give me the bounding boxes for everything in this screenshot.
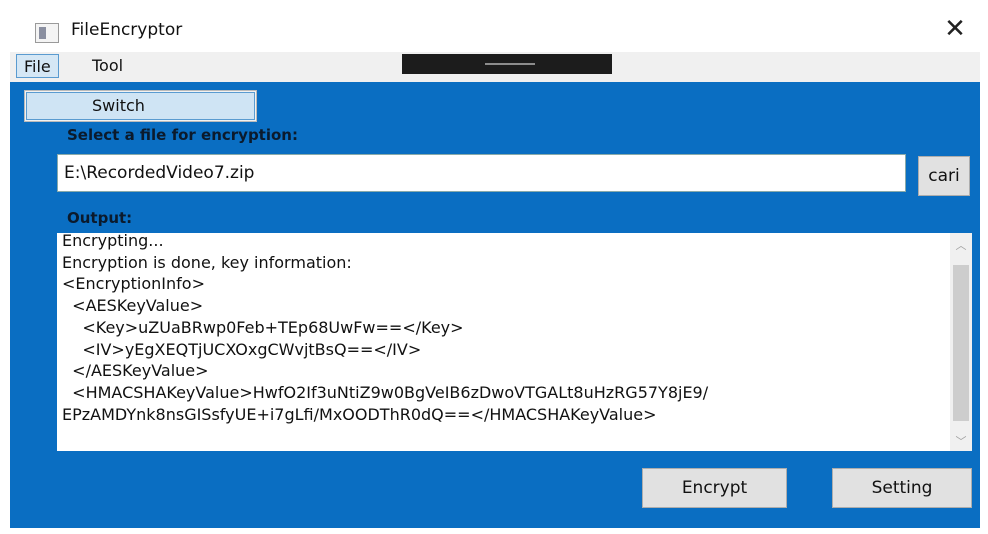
window-title: FileEncryptor xyxy=(71,20,183,40)
output-line: </AESKeyValue> xyxy=(62,361,209,381)
vertical-scrollbar[interactable]: ︿ ﹀ xyxy=(950,233,972,451)
browse-button[interactable]: cari xyxy=(918,156,970,196)
output-label: Output: xyxy=(67,209,133,227)
output-text: Encrypting... Encryption is done, key inf… xyxy=(62,230,942,448)
chevron-up-icon[interactable]: ︿ xyxy=(950,237,972,253)
drag-handle-grip xyxy=(485,63,535,65)
output-line: <Key>uZUaBRwp0Feb+TEp68UwFw==</Key> xyxy=(62,317,464,337)
output-line: <IV>yEgXEQTjUCXOxgCWvjtBsQ==</IV> xyxy=(62,339,422,359)
main-panel: Select a file for encryption: cari Outpu… xyxy=(10,82,980,528)
menu-tool[interactable]: Tool xyxy=(92,54,123,78)
close-icon[interactable]: ✕ xyxy=(938,14,972,44)
output-textarea[interactable]: Encrypting... Encryption is done, key inf… xyxy=(57,230,972,451)
output-line: Encrypting... xyxy=(62,231,164,250)
title-bar: FileEncryptor ✕ xyxy=(10,8,980,52)
output-line: EPzAMDYnk8nsGISsfyUE+i7gLfi/MxOODThR0dQ=… xyxy=(62,404,657,424)
setting-button[interactable]: Setting xyxy=(832,468,972,508)
menu-item-switch[interactable]: Switch xyxy=(26,92,255,120)
app-window: FileEncryptor ✕ File Tool Select a file … xyxy=(10,8,980,528)
encrypt-button[interactable]: Encrypt xyxy=(642,468,787,508)
chevron-down-icon[interactable]: ﹀ xyxy=(950,433,972,449)
scrollbar-thumb[interactable] xyxy=(953,265,969,421)
output-line: <AESKeyValue> xyxy=(62,296,204,316)
file-menu-dropdown: Switch xyxy=(24,90,257,122)
file-label: Select a file for encryption: xyxy=(67,126,298,144)
menu-file[interactable]: File xyxy=(16,54,59,78)
file-path-input[interactable] xyxy=(57,154,906,192)
output-line: Encryption is done, key information: xyxy=(62,252,352,272)
output-line: <EncryptionInfo> xyxy=(62,274,205,294)
output-line: <HMACSHAKeyValue>HwfO2If3uNtiZ9w0BgVeIB6… xyxy=(62,382,709,402)
app-window-icon xyxy=(35,23,59,43)
